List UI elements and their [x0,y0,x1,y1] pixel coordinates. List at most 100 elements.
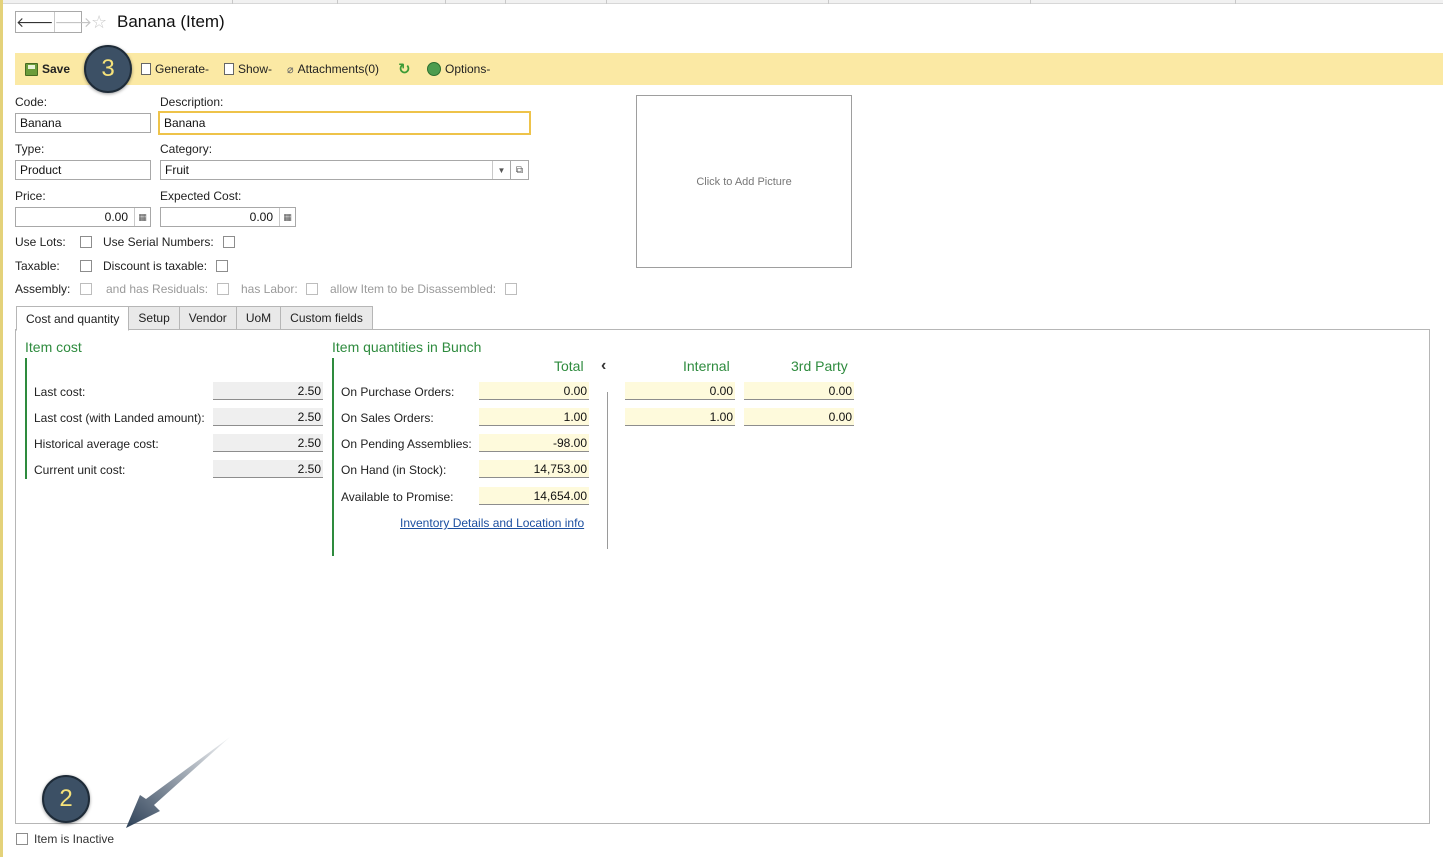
last-cost-landed-value: 2.50 [213,408,323,426]
chevron-left-icon[interactable]: ‹ [601,357,606,375]
open-record-icon[interactable]: ⧉ [510,161,528,179]
show-dropdown-marker: - [268,62,273,76]
current-unit-cost-label: Current unit cost: [34,463,126,477]
last-cost-landed-label: Last cost (with Landed amount): [34,411,205,425]
purchase-orders-third-party: 0.00 [744,382,854,400]
tab-vendor[interactable]: Vendor [179,306,237,330]
item-quantities-title: Item quantities in Bunch [332,339,482,355]
forward-button[interactable]: 🡒 [53,12,93,32]
callout-arrow-icon [126,737,230,828]
refresh-button[interactable]: ↻ [398,53,411,85]
sales-orders-label: On Sales Orders: [341,411,434,425]
callout-badge-3: 3 [84,45,132,93]
on-hand-total: 14,753.00 [479,460,589,478]
current-unit-cost-value: 2.50 [213,460,323,478]
tab-uom[interactable]: UoM [236,306,282,330]
use-lots-checkbox[interactable] [80,236,92,248]
on-hand-label: On Hand (in Stock): [341,463,447,477]
code-field[interactable]: Banana [15,113,151,133]
report-icon [224,63,234,75]
historical-average-cost-value: 2.50 [213,434,323,452]
picture-placeholder[interactable]: Click to Add Picture [636,95,852,268]
toolbar: Save Generate - Show - ⌀ Attachments(0) ↻ … [15,53,1443,85]
tab-cost-and-quantity[interactable]: Cost and quantity [16,306,130,331]
tab-custom-fields[interactable]: Custom fields [281,306,373,330]
use-serial-label: Use Serial Numbers: [103,235,214,249]
options-label: Options [445,62,487,76]
item-quantities-divider [332,358,334,556]
category-value: Fruit [165,163,189,177]
discount-taxable-checkbox[interactable] [216,260,228,272]
navigation-buttons: 🡐 🡒 [15,11,92,33]
attachments-label: Attachments(0) [297,62,379,76]
page-title: Banana (Item) [117,12,225,31]
save-icon [25,62,38,76]
price-label: Price: [15,189,46,203]
arrow-left-icon: 🡐 [16,13,54,30]
star-icon[interactable]: ☆ [91,11,107,33]
expected-cost-label: Expected Cost: [160,189,242,203]
purchase-orders-internal: 0.00 [625,382,735,400]
item-inactive-label: Item is Inactive [34,832,115,846]
use-lots-label: Use Lots: [15,235,66,249]
assembly-label: Assembly: [15,282,71,296]
taxable-checkbox[interactable] [80,260,92,272]
purchase-orders-total: 0.00 [479,382,589,400]
third-party-column-header: 3rd Party [791,358,848,374]
has-labor-label: has Labor: [241,282,298,296]
price-value: 0.00 [104,210,128,224]
available-to-promise-total: 14,654.00 [479,487,589,505]
internal-column-header: Internal [683,358,730,374]
item-inactive-checkbox[interactable] [16,833,28,845]
save-label: Save [42,62,71,76]
has-labor-checkbox[interactable] [306,283,318,295]
save-button[interactable]: Save [25,53,70,85]
taxable-label: Taxable: [15,259,60,273]
left-accent-bar [0,0,3,857]
category-select[interactable]: Fruit ▼ ⧉ [160,160,529,180]
pending-assemblies-label: On Pending Assemblies: [341,437,472,451]
last-cost-value: 2.50 [213,382,323,400]
expected-cost-field[interactable]: 0.00 ▦ [160,207,296,227]
has-residuals-label: and has Residuals: [106,282,209,296]
calculator-icon[interactable]: ▦ [134,208,150,226]
disassemble-checkbox[interactable] [505,283,517,295]
back-button[interactable]: 🡐 [16,12,54,32]
description-field[interactable]: Banana [158,111,531,135]
attachments-button[interactable]: ⌀ Attachments(0) [287,53,379,85]
item-cost-title: Item cost [25,339,82,355]
price-field[interactable]: 0.00 ▦ [15,207,151,227]
type-field[interactable]: Product [15,160,151,180]
description-label: Description: [160,95,224,109]
generate-dropdown-marker: - [205,62,210,76]
purchase-orders-label: On Purchase Orders: [341,385,455,399]
show-button[interactable]: Show - [224,53,272,85]
expected-cost-value: 0.00 [249,210,273,224]
has-residuals-checkbox[interactable] [217,283,229,295]
type-label: Type: [15,142,45,156]
generate-button[interactable]: Generate - [141,53,209,85]
top-tab-strip [0,0,1443,4]
sales-orders-internal: 1.00 [625,408,735,426]
tab-setup[interactable]: Setup [129,306,180,330]
assembly-checkbox[interactable] [80,283,92,295]
item-cost-divider [25,358,27,479]
use-serial-checkbox[interactable] [223,236,235,248]
pending-assemblies-total: -98.00 [479,434,589,452]
generate-label: Generate [155,62,206,76]
globe-icon [427,62,441,76]
callout-badge-2: 2 [42,775,90,823]
disassemble-label: allow Item to be Disassembled: [330,282,497,296]
chevron-down-icon[interactable]: ▼ [492,161,510,179]
paperclip-icon: ⌀ [287,63,294,76]
code-label: Code: [15,95,48,109]
breakdown-divider [607,392,608,549]
generate-icon [141,63,151,75]
total-column-header: Total [554,358,584,374]
inventory-details-link[interactable]: Inventory Details and Location info [400,516,584,530]
category-label: Category: [160,142,213,156]
calculator-icon[interactable]: ▦ [279,208,295,226]
options-button[interactable]: Options - [427,53,490,85]
last-cost-label: Last cost: [34,385,86,399]
arrow-right-icon: 🡒 [54,13,93,30]
